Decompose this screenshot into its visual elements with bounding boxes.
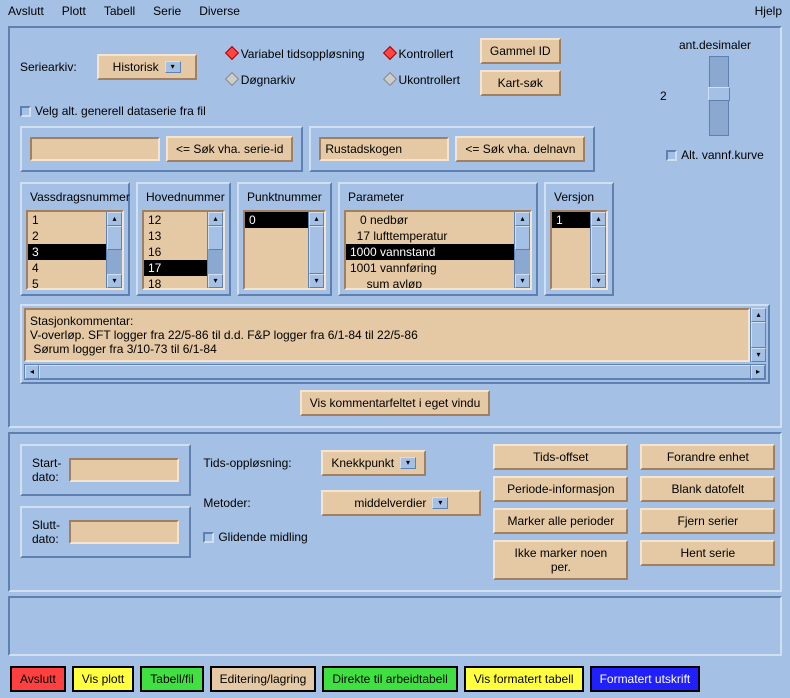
list-item[interactable]: 1 (28, 212, 106, 228)
scrollbar[interactable]: ▴▾ (308, 212, 324, 288)
flag-variabel-tids[interactable]: Variabel tidsoppløsning (227, 47, 365, 61)
marker-alle-perioder-button[interactable]: Marker alle perioder (493, 508, 628, 534)
seriearkiv-dropdown[interactable]: Historisk▾ (97, 54, 197, 80)
menu-bar: Avslutt Plott Tabell Serie Diverse Hjelp (0, 0, 790, 22)
metoder-label: Metoder: (203, 496, 313, 510)
slutt-dato-label: Slutt-dato: (32, 518, 61, 546)
metoder-dropdown[interactable]: middelverdier▾ (321, 490, 481, 516)
decimals-slider[interactable] (709, 56, 729, 136)
glidende-checkbox[interactable]: Glidende midling (203, 530, 307, 544)
tids-dropdown[interactable]: Knekkpunkt▾ (321, 450, 426, 476)
gammel-id-button[interactable]: Gammel ID (480, 38, 561, 64)
scrollbar[interactable]: ▴▾ (590, 212, 606, 288)
menu-plott[interactable]: Plott (62, 4, 86, 18)
velg-alt-checkbox[interactable]: Velg alt. generell dataserie fra fil (20, 104, 206, 118)
hent-serie-button[interactable]: Hent serie (640, 540, 775, 566)
sok-delnavn-button[interactable]: <= Søk vha. delnavn (455, 136, 585, 162)
periode-informasjon-button[interactable]: Periode-informasjon (493, 476, 628, 502)
tids-label: Tids-oppløsning: (203, 456, 313, 470)
vis-plott-button[interactable]: Vis plott (72, 666, 134, 692)
list-parameter: Parameter 0 nedbør 17 lufttemperatur1000… (338, 182, 538, 296)
formatert-utskrift-button[interactable]: Formatert utskrift (590, 666, 701, 692)
list-item[interactable]: 1 (552, 212, 590, 228)
flag-dognarkiv[interactable]: Døgnarkiv (227, 73, 365, 87)
list-item[interactable]: 18 (144, 276, 207, 288)
seriearkiv-label: Seriearkiv: (20, 60, 77, 74)
list-item[interactable]: 5 (28, 276, 106, 288)
chevron-down-icon: ▾ (400, 457, 416, 469)
list-punkt: Punktnummer 0 ▴▾ (237, 182, 332, 296)
menu-hjelp[interactable]: Hjelp (755, 4, 782, 18)
slutt-dato-input[interactable] (69, 520, 179, 544)
list-item[interactable]: 16 (144, 244, 207, 260)
list-vassdrag: Vassdragsnummer 12345 ▴▾ (20, 182, 130, 296)
listbox-versjon[interactable]: 1 ▴▾ (550, 210, 608, 290)
menu-diverse[interactable]: Diverse (199, 4, 240, 18)
vis-formatert-tabell-button[interactable]: Vis formatert tabell (464, 666, 584, 692)
list-item[interactable]: 12 (144, 212, 207, 228)
list-item[interactable]: 17 (144, 260, 207, 276)
scrollbar[interactable]: ▴▾ (207, 212, 223, 288)
list-hoved: Hovednummer 1213161718 ▴▾ (136, 182, 231, 296)
blank-datofelt-button[interactable]: Blank datofelt (640, 476, 775, 502)
delnavn-input[interactable] (319, 137, 449, 161)
listbox-parameter[interactable]: 0 nedbør 17 lufttemperatur1000 vannstand… (344, 210, 532, 290)
comment-hscroll[interactable]: ◂▸ (24, 364, 766, 380)
kart-sok-button[interactable]: Kart-søk (480, 70, 561, 96)
bottom-bar: AvsluttVis plottTabell/fil Editering/lagr… (0, 660, 790, 698)
list-title: Hovednummer (142, 188, 225, 206)
scrollbar[interactable]: ▴▾ (514, 212, 530, 288)
list-versjon: Versjon 1 ▴▾ (544, 182, 614, 296)
menu-avslutt[interactable]: Avslutt (8, 4, 44, 18)
ikke-marker-noen-per--button[interactable]: Ikke marker noen per. (493, 540, 628, 580)
list-title: Vassdragsnummer (26, 188, 124, 206)
tabell-fil-button[interactable]: Tabell/fil (140, 666, 203, 692)
chevron-down-icon: ▾ (432, 497, 448, 509)
scrollbar[interactable]: ▴▾ (106, 212, 122, 288)
list-item[interactable]: 0 nedbør (346, 212, 514, 228)
flag-ukontrollert[interactable]: Ukontrollert (385, 73, 460, 87)
start-dato-input[interactable] (69, 458, 179, 482)
listbox-hoved[interactable]: 1213161718 ▴▾ (142, 210, 225, 290)
fjern-serier-button[interactable]: Fjern serier (640, 508, 775, 534)
decimals-value: 2 (660, 89, 667, 103)
menu-tabell[interactable]: Tabell (104, 4, 135, 18)
direkte-til-arbeidtabell-button[interactable]: Direkte til arbeidtabell (322, 666, 457, 692)
list-item[interactable]: 1001 vannføring (346, 260, 514, 276)
vis-kommentar-button[interactable]: Vis kommentarfeltet i eget vindu (300, 390, 491, 416)
flag-kontrollert[interactable]: Kontrollert (385, 47, 460, 61)
tids-offset-button[interactable]: Tids-offset (493, 444, 628, 470)
comment-vscroll[interactable]: ▴▾ (750, 308, 766, 362)
list-item[interactable]: 3 (28, 244, 106, 260)
comment-textarea[interactable]: Stasjonkommentar: V-overløp. SFT logger … (24, 308, 750, 362)
list-title: Punktnummer (243, 188, 326, 206)
chevron-down-icon: ▾ (165, 61, 181, 73)
decimals-label: ant.desimaler (660, 38, 770, 52)
output-area (8, 596, 782, 656)
list-item[interactable]: 13 (144, 228, 207, 244)
list-title: Parameter (344, 188, 532, 206)
listbox-punkt[interactable]: 0 ▴▾ (243, 210, 326, 290)
list-item[interactable]: 4 (28, 260, 106, 276)
list-item[interactable]: 17 lufttemperatur (346, 228, 514, 244)
list-item[interactable]: sum avløp (346, 276, 514, 288)
listbox-vassdrag[interactable]: 12345 ▴▾ (26, 210, 124, 290)
list-title: Versjon (550, 188, 608, 206)
menu-serie[interactable]: Serie (153, 4, 181, 18)
start-dato-label: Start-dato: (32, 456, 61, 484)
list-item[interactable]: 1000 vannstand (346, 244, 514, 260)
avslutt-button[interactable]: Avslutt (10, 666, 66, 692)
alt-vannf-checkbox[interactable]: Alt. vannf.kurve (666, 148, 764, 162)
list-item[interactable]: 2 (28, 228, 106, 244)
sok-serie-id-button[interactable]: <= Søk vha. serie-id (166, 136, 293, 162)
serie-id-input[interactable] (30, 137, 160, 161)
list-item[interactable]: 0 (245, 212, 308, 228)
forandre-enhet-button[interactable]: Forandre enhet (640, 444, 775, 470)
editering-lagring-button[interactable]: Editering/lagring (210, 666, 317, 692)
